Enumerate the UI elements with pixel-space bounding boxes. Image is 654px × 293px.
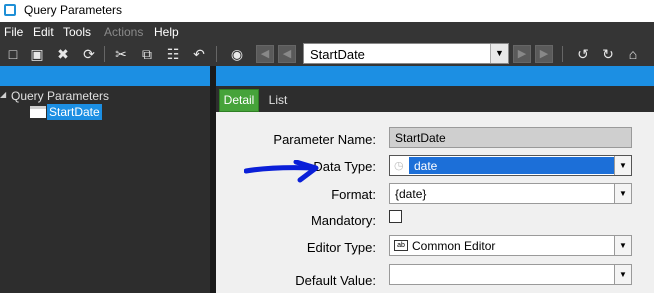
parameter-name-value: StartDate [395, 131, 446, 145]
data-type-select[interactable]: ◷ date ▼ [389, 155, 632, 176]
refresh-icon[interactable]: ⟳ [80, 45, 98, 63]
tree-item-startdate[interactable]: StartDate [47, 104, 102, 120]
menu-file[interactable]: File [4, 25, 23, 39]
forward-icon[interactable]: ↻ [599, 45, 617, 63]
home-icon[interactable]: ⌂ [624, 45, 642, 63]
next-record-icon[interactable]: ▶ [513, 45, 531, 63]
panel-header-left [0, 66, 210, 86]
delete-icon[interactable]: ✖ [54, 45, 72, 63]
new-icon[interactable]: □ [4, 45, 22, 63]
binoculars-icon[interactable]: ◉ [228, 45, 246, 63]
record-select-value: StartDate [310, 47, 365, 62]
save-icon[interactable]: ▣ [28, 45, 46, 63]
format-select[interactable]: {date} ▼ [389, 183, 632, 204]
paste-icon[interactable]: ☷ [164, 45, 182, 63]
title-bar: Query Parameters [0, 0, 654, 22]
folder-icon [30, 106, 46, 118]
chevron-down-icon[interactable]: ▼ [614, 265, 631, 284]
parameter-name-label: Parameter Name: [273, 132, 376, 147]
editor-type-value: Common Editor [412, 239, 496, 253]
menu-actions: Actions [104, 25, 144, 39]
format-value: {date} [395, 187, 427, 201]
tree-panel: ◢ Query Parameters StartDate [0, 86, 210, 293]
copy-icon[interactable]: ⧉ [138, 45, 156, 63]
undo-icon[interactable]: ↶ [190, 45, 208, 63]
chevron-down-icon[interactable]: ▼ [614, 236, 631, 255]
editor-type-label: Editor Type: [306, 240, 376, 255]
detail-form: Parameter Name: StartDate Data Type: ◷ d… [216, 112, 654, 293]
first-record-icon[interactable]: ◀ [256, 45, 274, 63]
app-icon [4, 4, 16, 16]
clock-icon: ◷ [394, 160, 404, 172]
data-type-value: date [414, 159, 438, 173]
default-value-select[interactable]: ▼ [389, 264, 632, 285]
last-record-icon[interactable]: ▶ [535, 45, 553, 63]
expand-arrow-icon[interactable]: ◢ [0, 90, 6, 99]
chevron-down-icon[interactable]: ▼ [490, 44, 508, 63]
editor-icon: ab [394, 240, 408, 251]
toolbar-separator [104, 46, 105, 62]
menu-tools[interactable]: Tools [63, 25, 91, 39]
tree-root-label[interactable]: Query Parameters [11, 89, 109, 103]
menu-help[interactable]: Help [154, 25, 179, 39]
window-title: Query Parameters [24, 3, 123, 17]
record-select[interactable]: StartDate ▼ [303, 43, 509, 64]
chevron-down-icon[interactable]: ▼ [614, 184, 631, 203]
tab-detail[interactable]: Detail [219, 89, 259, 112]
mandatory-label: Mandatory: [310, 213, 376, 228]
mandatory-checkbox[interactable] [389, 210, 402, 223]
data-type-highlight [409, 157, 614, 174]
menu-bar: File Edit Tools Actions Help [0, 22, 654, 42]
chevron-down-icon[interactable]: ▼ [614, 156, 631, 175]
menu-edit[interactable]: Edit [33, 25, 54, 39]
parameter-name-field[interactable]: StartDate [389, 127, 632, 148]
annotation-arrow-icon [244, 160, 319, 183]
cut-icon[interactable]: ✂ [112, 45, 130, 63]
tab-list[interactable]: List [262, 89, 294, 112]
previous-record-icon[interactable]: ◀ [278, 45, 296, 63]
default-value-label: Default Value: [295, 273, 376, 288]
toolbar-separator [562, 46, 563, 62]
panel-header-right [216, 66, 654, 86]
back-icon[interactable]: ↺ [574, 45, 592, 63]
toolbar-separator [216, 46, 217, 62]
editor-type-select[interactable]: ab Common Editor ▼ [389, 235, 632, 256]
